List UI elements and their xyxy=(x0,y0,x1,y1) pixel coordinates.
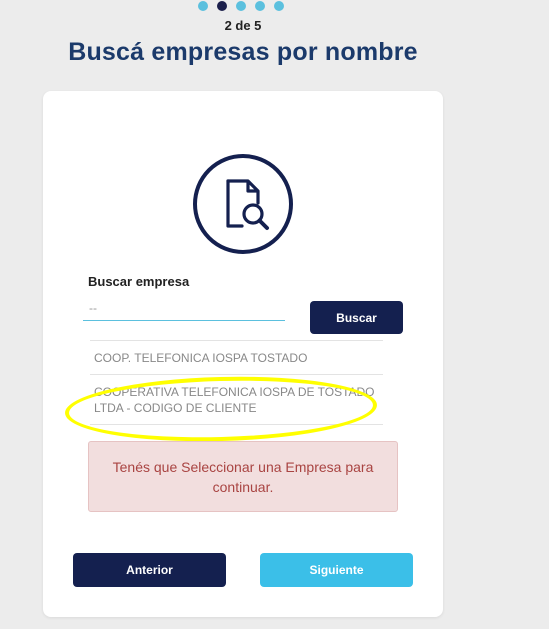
page-title: Buscá empresas por nombre xyxy=(68,38,418,66)
previous-button[interactable]: Anterior xyxy=(73,553,226,587)
step-indicator xyxy=(198,1,284,11)
result-item[interactable]: COOPERATIVA TELEFONICA IOSPA DE TOSTADO … xyxy=(90,374,383,425)
step-dot-3 xyxy=(236,1,246,11)
validation-alert: Tenés que Seleccionar una Empresa para c… xyxy=(88,441,398,512)
step-dot-2-active xyxy=(217,1,227,11)
search-field-label: Buscar empresa xyxy=(88,274,190,289)
result-item[interactable]: COOP. TELEFONICA IOSPA TOSTADO xyxy=(90,340,383,374)
step-label: 2 de 5 xyxy=(224,18,262,33)
step-dot-1 xyxy=(198,1,208,11)
step-dot-5 xyxy=(274,1,284,11)
search-input[interactable] xyxy=(83,295,285,321)
results-list: COOP. TELEFONICA IOSPA TOSTADO COOPERATI… xyxy=(90,340,383,425)
search-button[interactable]: Buscar xyxy=(310,301,403,334)
search-card: Buscar empresa Buscar COOP. TELEFONICA I… xyxy=(43,91,443,617)
document-search-icon xyxy=(193,154,293,254)
next-button[interactable]: Siguiente xyxy=(260,553,413,587)
step-dot-4 xyxy=(255,1,265,11)
